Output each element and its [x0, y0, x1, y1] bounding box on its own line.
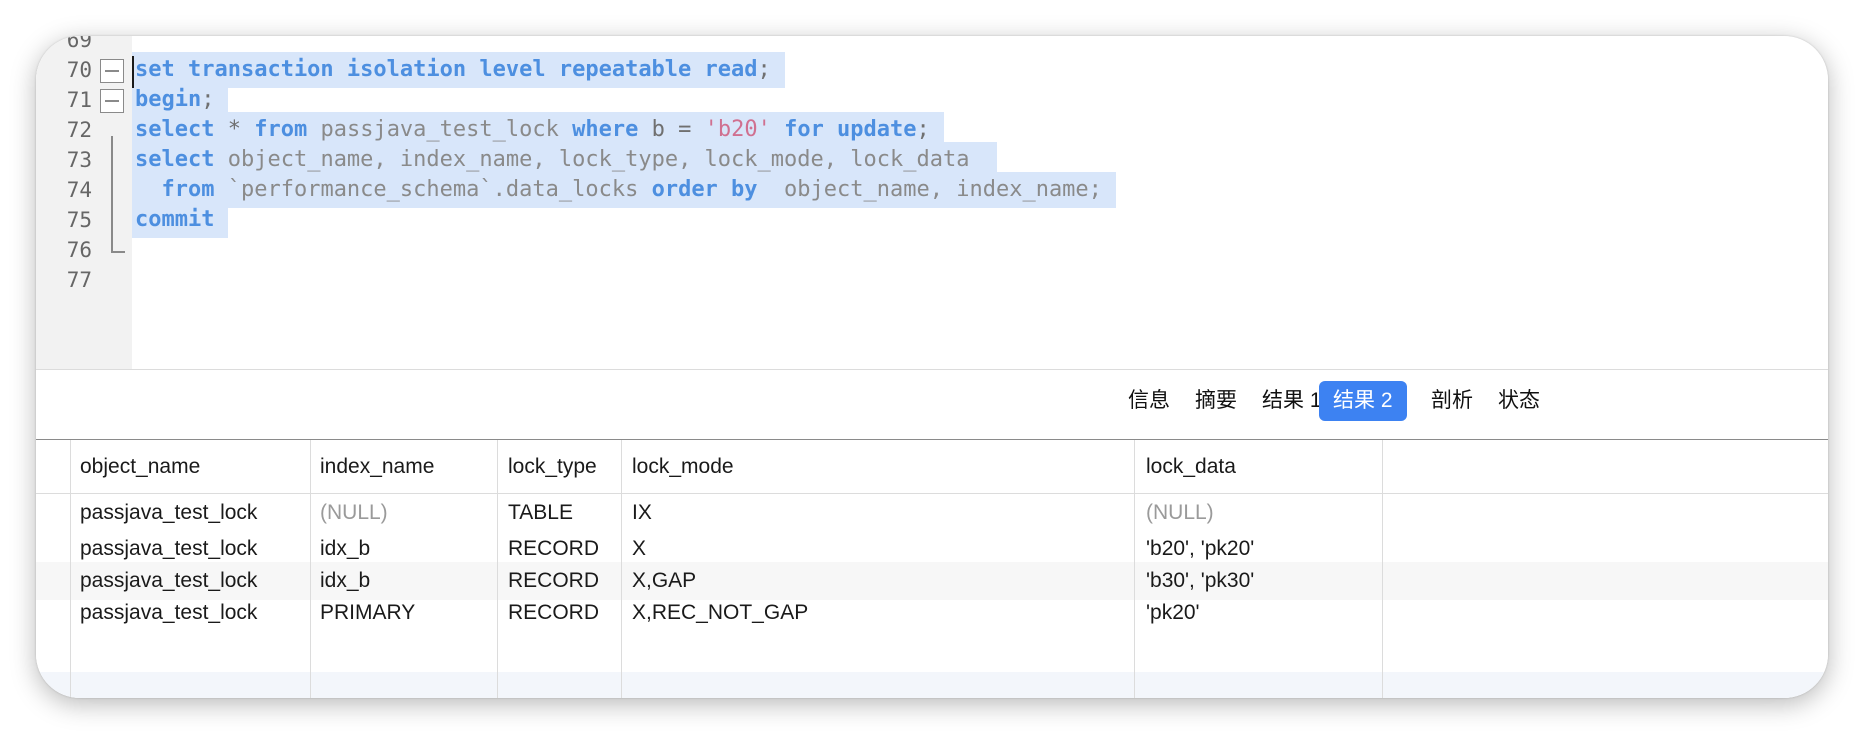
tab-result-3[interactable]: 结果 2	[1319, 381, 1407, 421]
column-divider[interactable]	[1382, 440, 1383, 698]
result-grid: object_name index_name lock_type lock_mode l…	[36, 440, 1828, 698]
fold-end-marker	[111, 251, 125, 253]
code-token: ;	[916, 117, 930, 142]
column-header-lock-type[interactable]: lock_type	[508, 440, 597, 494]
sql-editor[interactable]: 69 70 set transaction isolation level repe…	[36, 36, 1828, 369]
code-token: *	[214, 117, 255, 142]
code-token: ;	[757, 57, 771, 82]
code-token: select	[135, 147, 215, 172]
column-header-lock-mode[interactable]: lock_mode	[632, 440, 734, 494]
code-token: ;	[201, 87, 215, 112]
code-token: b =	[638, 117, 705, 142]
code-token: order by	[651, 177, 758, 202]
tab-result-1[interactable]: 摘要	[1181, 381, 1251, 421]
column-divider[interactable]	[497, 440, 498, 698]
fold-toggle-icon[interactable]	[100, 89, 124, 113]
text-caret	[132, 56, 134, 88]
code-token: where	[572, 117, 639, 142]
table-cell[interactable]: 'pk20'	[1146, 594, 1200, 632]
code-token: object_name, index_name, lock_type, lock…	[214, 147, 983, 172]
code-token: passjava_test_lock	[307, 117, 573, 142]
code-token: `performance_schema`.data_locks	[214, 177, 652, 202]
line-number: 77	[66, 268, 92, 292]
table-cell[interactable]: TABLE	[508, 494, 573, 532]
column-divider[interactable]	[310, 440, 311, 698]
column-header-index-name[interactable]: index_name	[320, 440, 434, 494]
code-token: object_name, index_name;	[757, 177, 1102, 202]
table-cell[interactable]: RECORD	[508, 594, 599, 632]
column-divider[interactable]	[70, 440, 71, 698]
table-cell[interactable]: X,REC_NOT_GAP	[632, 594, 808, 632]
table-row[interactable]: passjava_test_lock PRIMARY RECORD X,REC_NOT…	[36, 594, 1828, 632]
code-token: for update	[784, 117, 917, 142]
code-token: 'b20'	[704, 117, 771, 142]
table-cell[interactable]: passjava_test_lock	[80, 494, 257, 532]
fold-guide	[111, 136, 113, 252]
table-cell[interactable]: (NULL)	[320, 494, 388, 532]
grid-header: object_name index_name lock_type lock_mode l…	[36, 440, 1828, 494]
column-header-object-name[interactable]: object_name	[80, 440, 200, 494]
code-token: commit	[135, 207, 215, 232]
tab-result-5[interactable]: 状态	[1484, 381, 1554, 421]
app-window: 69 70 set transaction isolation level repe…	[36, 36, 1828, 698]
code-line[interactable]: 77	[36, 262, 1828, 298]
column-header-lock-data[interactable]: lock_data	[1146, 440, 1236, 494]
tab-result-4[interactable]: 剖析	[1417, 381, 1487, 421]
tab-result-0[interactable]: 信息	[1114, 381, 1184, 421]
fold-toggle-icon[interactable]	[100, 59, 124, 83]
table-cell[interactable]: IX	[632, 494, 652, 532]
column-divider[interactable]	[1134, 440, 1135, 698]
code-token: from	[254, 117, 308, 142]
code-token: begin	[135, 87, 202, 112]
code-token: set transaction isolation level repeatab…	[135, 57, 758, 82]
code-token: select	[135, 117, 215, 142]
table-row[interactable]: passjava_test_lock (NULL) TABLE IX (NULL)	[36, 494, 1828, 532]
table-cell[interactable]: PRIMARY	[320, 594, 415, 632]
result-tabs: 信息 摘要 结果 1 结果 2 剖析 状态	[36, 369, 1828, 440]
empty-row[interactable]	[36, 672, 1828, 698]
table-cell[interactable]: (NULL)	[1146, 494, 1214, 532]
table-cell[interactable]: passjava_test_lock	[80, 594, 257, 632]
code-token: from	[161, 177, 215, 202]
column-divider[interactable]	[621, 440, 622, 698]
